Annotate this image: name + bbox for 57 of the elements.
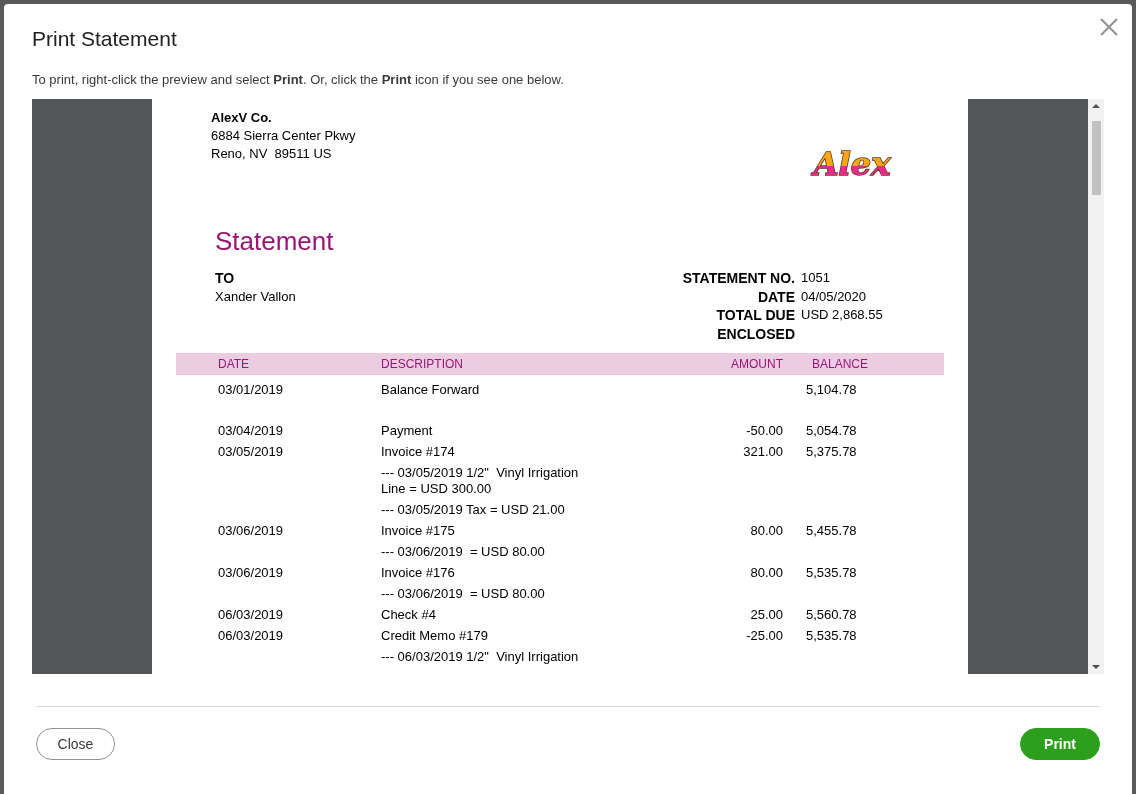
column-header: DATE [217, 356, 251, 373]
column-header: BALANCE [811, 356, 870, 373]
table-cell-text: 03/04/2019 [217, 422, 285, 440]
line-item-detail: --- 03/05/2019 Tax = USD 21.00 [381, 500, 566, 519]
statement-heading: Statement [215, 225, 335, 257]
column-header: DESCRIPTION [381, 356, 464, 373]
close-button[interactable]: Close [36, 728, 115, 760]
address-line: Reno, NV 89511 US [211, 145, 333, 163]
line-item-detail: --- 06/03/2019 1/2" Vinyl Irrigation [381, 647, 580, 666]
table-cell-text: 5,104.78 [805, 381, 858, 399]
table-cell-text: 03/06/2019 [217, 564, 285, 582]
table-cell-text: Invoice #174 [381, 443, 456, 461]
line-item-detail: --- 03/05/2019 1/2" Vinyl Irrigation Line = USD 300.00 [381, 463, 580, 498]
table-cell-text: 03/01/2019 [217, 381, 285, 399]
table-cell-text: 06/03/2019 [217, 627, 285, 645]
logo: Alex [797, 133, 907, 189]
table-cell-text: 5,455.78 [805, 522, 858, 540]
field-label: DATE [756, 287, 795, 306]
to-label: TO [215, 269, 236, 288]
scrollbar[interactable] [1088, 99, 1104, 674]
field-label: STATEMENT NO. [682, 269, 795, 288]
field-label: ENCLOSED [716, 324, 795, 343]
customer-name: Xander Vallon [215, 287, 296, 306]
field-value: 04/05/2020 [801, 287, 868, 306]
table-cell-text: -25.00 [745, 627, 783, 645]
line-item-detail: --- 03/06/2019 = USD 80.00 [381, 584, 546, 603]
dialog-title: Print Statement [32, 26, 178, 52]
table-cell-text: 5,535.78 [805, 627, 858, 645]
table-cell-text: 25.00 [749, 606, 783, 624]
line-item-detail: --- 03/06/2019 = USD 80.00 [381, 542, 546, 561]
scroll-up-icon[interactable] [1092, 103, 1100, 109]
instructions-text: To print, right-click the preview and select Print. Or, click the Print icon if you see one below. [32, 72, 565, 88]
table-cell-text: 5,054.78 [805, 422, 858, 440]
table-cell-text: Payment [381, 422, 434, 440]
table-cell-text: Invoice #175 [381, 522, 456, 540]
table-cell-text: Invoice #176 [381, 564, 456, 582]
table-cell-text: 5,560.78 [805, 606, 858, 624]
table-cell-text: Credit Memo #179 [381, 627, 489, 645]
table-cell-text: 03/06/2019 [217, 522, 285, 540]
table-cell-text: 80.00 [749, 564, 783, 582]
table-cell-text: Check #4 [381, 606, 437, 624]
company-name: AlexV Co. [211, 109, 273, 127]
table-cell-text: 06/03/2019 [217, 606, 285, 624]
table-cell-text: Balance Forward [381, 381, 481, 399]
scroll-down-icon[interactable] [1092, 664, 1100, 670]
table-cell-text: 80.00 [749, 522, 783, 540]
table-cell-text: 03/05/2019 [217, 443, 285, 461]
table-cell-text: 321.00 [742, 443, 783, 461]
scrollbar-thumb[interactable] [1091, 121, 1101, 195]
table-cell-text: 5,535.78 [805, 564, 858, 582]
table-cell-text: -50.00 [745, 422, 783, 440]
column-header: AMOUNT [730, 356, 783, 373]
field-value: 1051 [801, 269, 831, 287]
address-line: 6884 Sierra Center Pkwy [211, 127, 356, 145]
field-value: USD 2,868.55 [801, 306, 884, 324]
field-label: TOTAL DUE [715, 306, 795, 325]
table-cell-text: 5,375.78 [805, 443, 858, 461]
